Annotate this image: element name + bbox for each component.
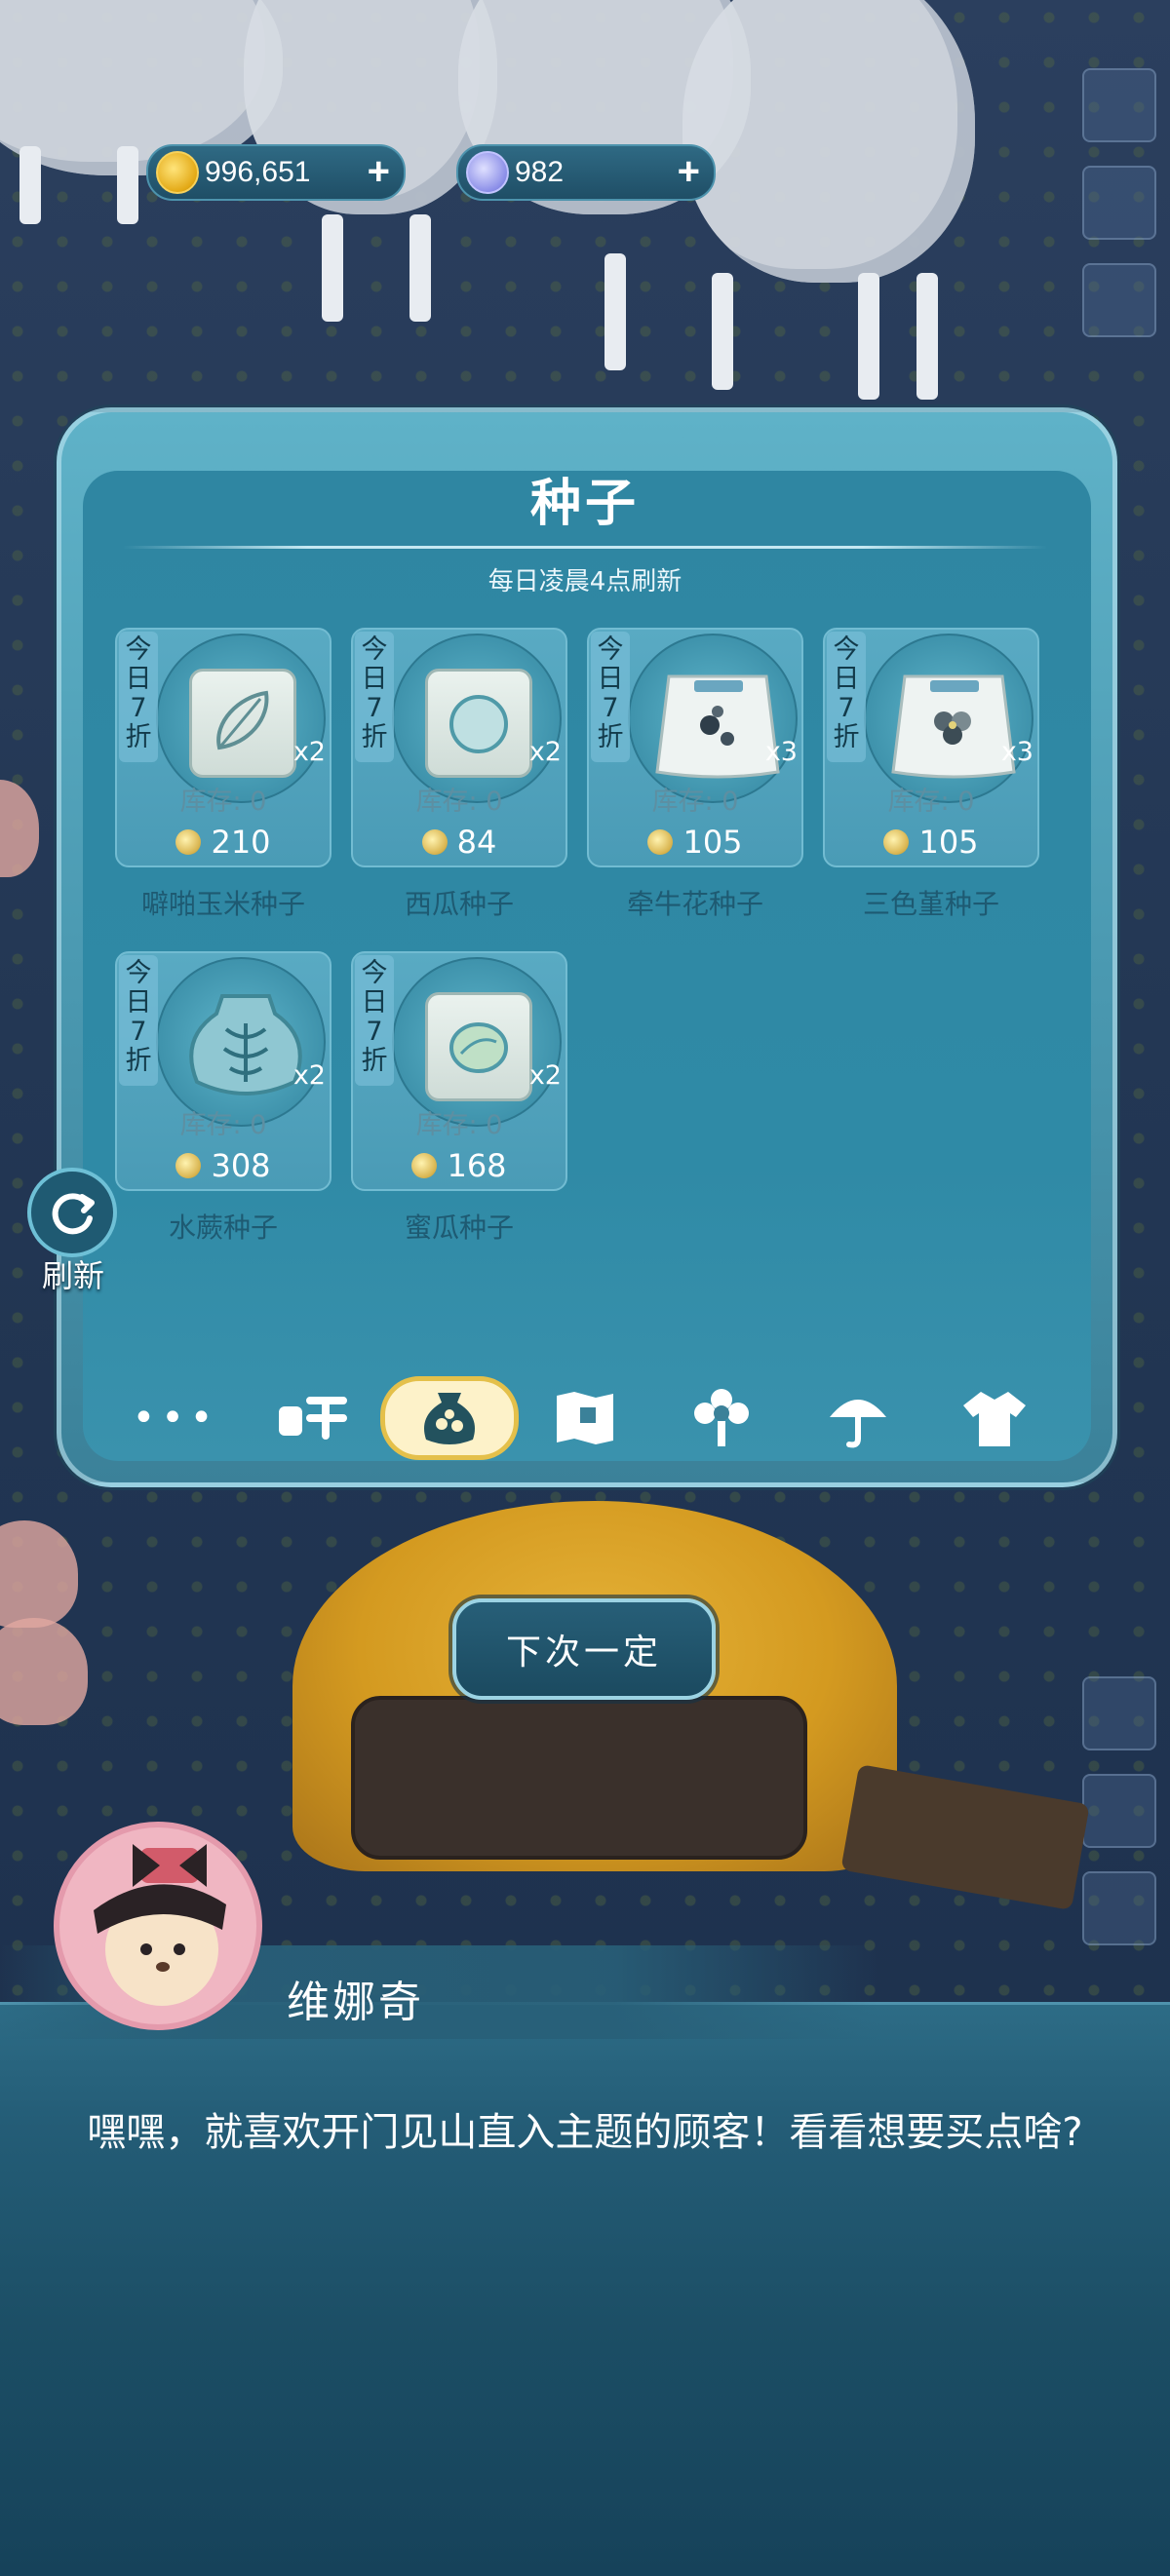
item-name: 水蕨种子 [168,1211,278,1244]
item-price: 105 [587,823,803,862]
item-name: 西瓜种子 [404,888,514,920]
shop-item-card[interactable]: 今日7折 x3 库存: 0 105 牵牛花种子 [587,628,803,920]
item-stock: 库存: 0 [651,787,739,817]
moon-icon [466,151,509,194]
item-price: 308 [115,1146,332,1185]
shop-item-card[interactable]: 今日7折 x2 库存: 0 210 噼啪玉米种子 [115,628,332,920]
tab-flowers[interactable] [663,1376,780,1460]
tree-trunk [858,273,879,400]
coin-counter: 996,651 + [146,144,406,201]
item-name: 噼啪玉米种子 [140,888,305,920]
refresh-icon [52,1193,95,1235]
item-price: 168 [351,1146,567,1185]
bunting-decoration [0,1618,88,1725]
shop-item-card[interactable]: 今日7折 x2 库存: 0 168 蜜瓜种子 [351,951,567,1244]
coin-amount: 996,651 [205,156,311,188]
tab-umbrellas[interactable] [800,1376,916,1460]
wall-tile [1082,263,1156,337]
item-price: 210 [115,823,332,862]
coin-icon [156,151,199,194]
melon-seed-pack-icon [425,992,532,1101]
item-quantity: x2 [528,1060,562,1091]
watermelon-seed-pack-icon [425,669,532,778]
discount-tag: 今日7折 [119,955,158,1086]
speaker-name: 维娜奇 [287,1978,424,2027]
discount-tag: 今日7折 [827,632,866,762]
wall-tile [1082,1774,1156,1848]
item-quantity: x3 [764,737,798,767]
shop-item-card[interactable]: 今日7折 x2 库存: 0 84 西瓜种子 [351,628,567,920]
character-portrait [54,1822,262,2030]
tree-trunk [916,273,938,400]
corn-seed-pack-icon [189,669,296,778]
wall-tile [1082,68,1156,142]
item-stock: 库存: 0 [887,787,975,817]
more-dots-icon[interactable]: ••• [117,1376,234,1460]
item-price: 84 [351,823,567,862]
coin-icon [176,1153,202,1178]
moon-amount: 982 [515,156,565,188]
shop-item-card[interactable]: 今日7折 x3 库存: 0 105 三色堇种子 [823,628,1039,920]
discount-tag: 今日7折 [355,632,394,762]
category-tab-bar: ••• [88,1376,1078,1460]
tab-map[interactable] [526,1376,644,1460]
umbrella-icon [830,1400,886,1448]
item-stock: 库存: 0 [415,787,503,817]
tree-trunk [712,273,733,390]
item-stock: 库存: 0 [179,787,267,817]
coin-icon [411,1153,438,1178]
discount-tag: 今日7折 [119,632,158,762]
wall-tile [1082,1871,1156,1945]
tree-trunk [604,253,626,370]
wall-tile [1082,1676,1156,1750]
bunting-decoration [0,1520,78,1628]
seed-bag-icon [424,1393,475,1444]
item-stock: 库存: 0 [179,1110,267,1140]
discount-tag: 今日7折 [355,955,394,1086]
add-coins-button[interactable]: + [368,152,390,191]
dialogue-text: 嘿嘿，就喜欢开门见山直入主题的顾客！看看想要买点啥? [87,2110,1083,2155]
refresh-button[interactable] [27,1168,117,1257]
item-quantity: x2 [292,737,326,767]
tree-trunk [117,146,138,224]
refresh-schedule-text: 每日凌晨4点刷新 [488,567,682,596]
item-price: 105 [823,823,1039,862]
wooden-cart [840,1763,1090,1911]
item-stock: 库存: 0 [415,1110,503,1140]
shop-title: 种子 [529,475,640,533]
item-name: 蜜瓜种子 [404,1211,514,1244]
decline-button[interactable]: 下次一定 [452,1598,716,1700]
coin-icon [421,829,448,855]
shop-counter [351,1696,807,1860]
tree-trunk [20,146,41,224]
tab-food[interactable] [254,1376,370,1460]
add-moons-button[interactable]: + [678,152,700,191]
tree-trunk [410,214,431,322]
flower-icon [694,1389,749,1446]
item-name: 牵牛花种子 [626,888,763,920]
wall-tile [1082,166,1156,240]
dialogue-box[interactable] [0,2002,1170,2576]
tab-clothing[interactable] [936,1376,1053,1460]
item-quantity: x3 [1000,737,1034,767]
food-icon [279,1397,347,1440]
tree-decoration [682,0,975,283]
coin-icon [647,829,674,855]
item-name: 三色堇种子 [862,888,999,920]
map-icon [557,1392,613,1444]
discount-tag: 今日7折 [591,632,630,762]
item-quantity: x2 [292,1060,326,1091]
tab-seeds[interactable] [380,1376,519,1460]
shop-item-card[interactable]: 今日7折 x2 库存: 0 308 水蕨种子 [115,951,332,1244]
coin-icon [176,829,202,855]
clothing-icon [963,1392,1026,1446]
bunting-decoration [0,780,39,877]
item-quantity: x2 [528,737,562,767]
moon-counter: 982 + [456,144,716,201]
title-divider [123,546,1047,549]
coin-icon [883,829,910,855]
tree-trunk [322,214,343,322]
refresh-label: 刷新 [41,1257,104,1294]
